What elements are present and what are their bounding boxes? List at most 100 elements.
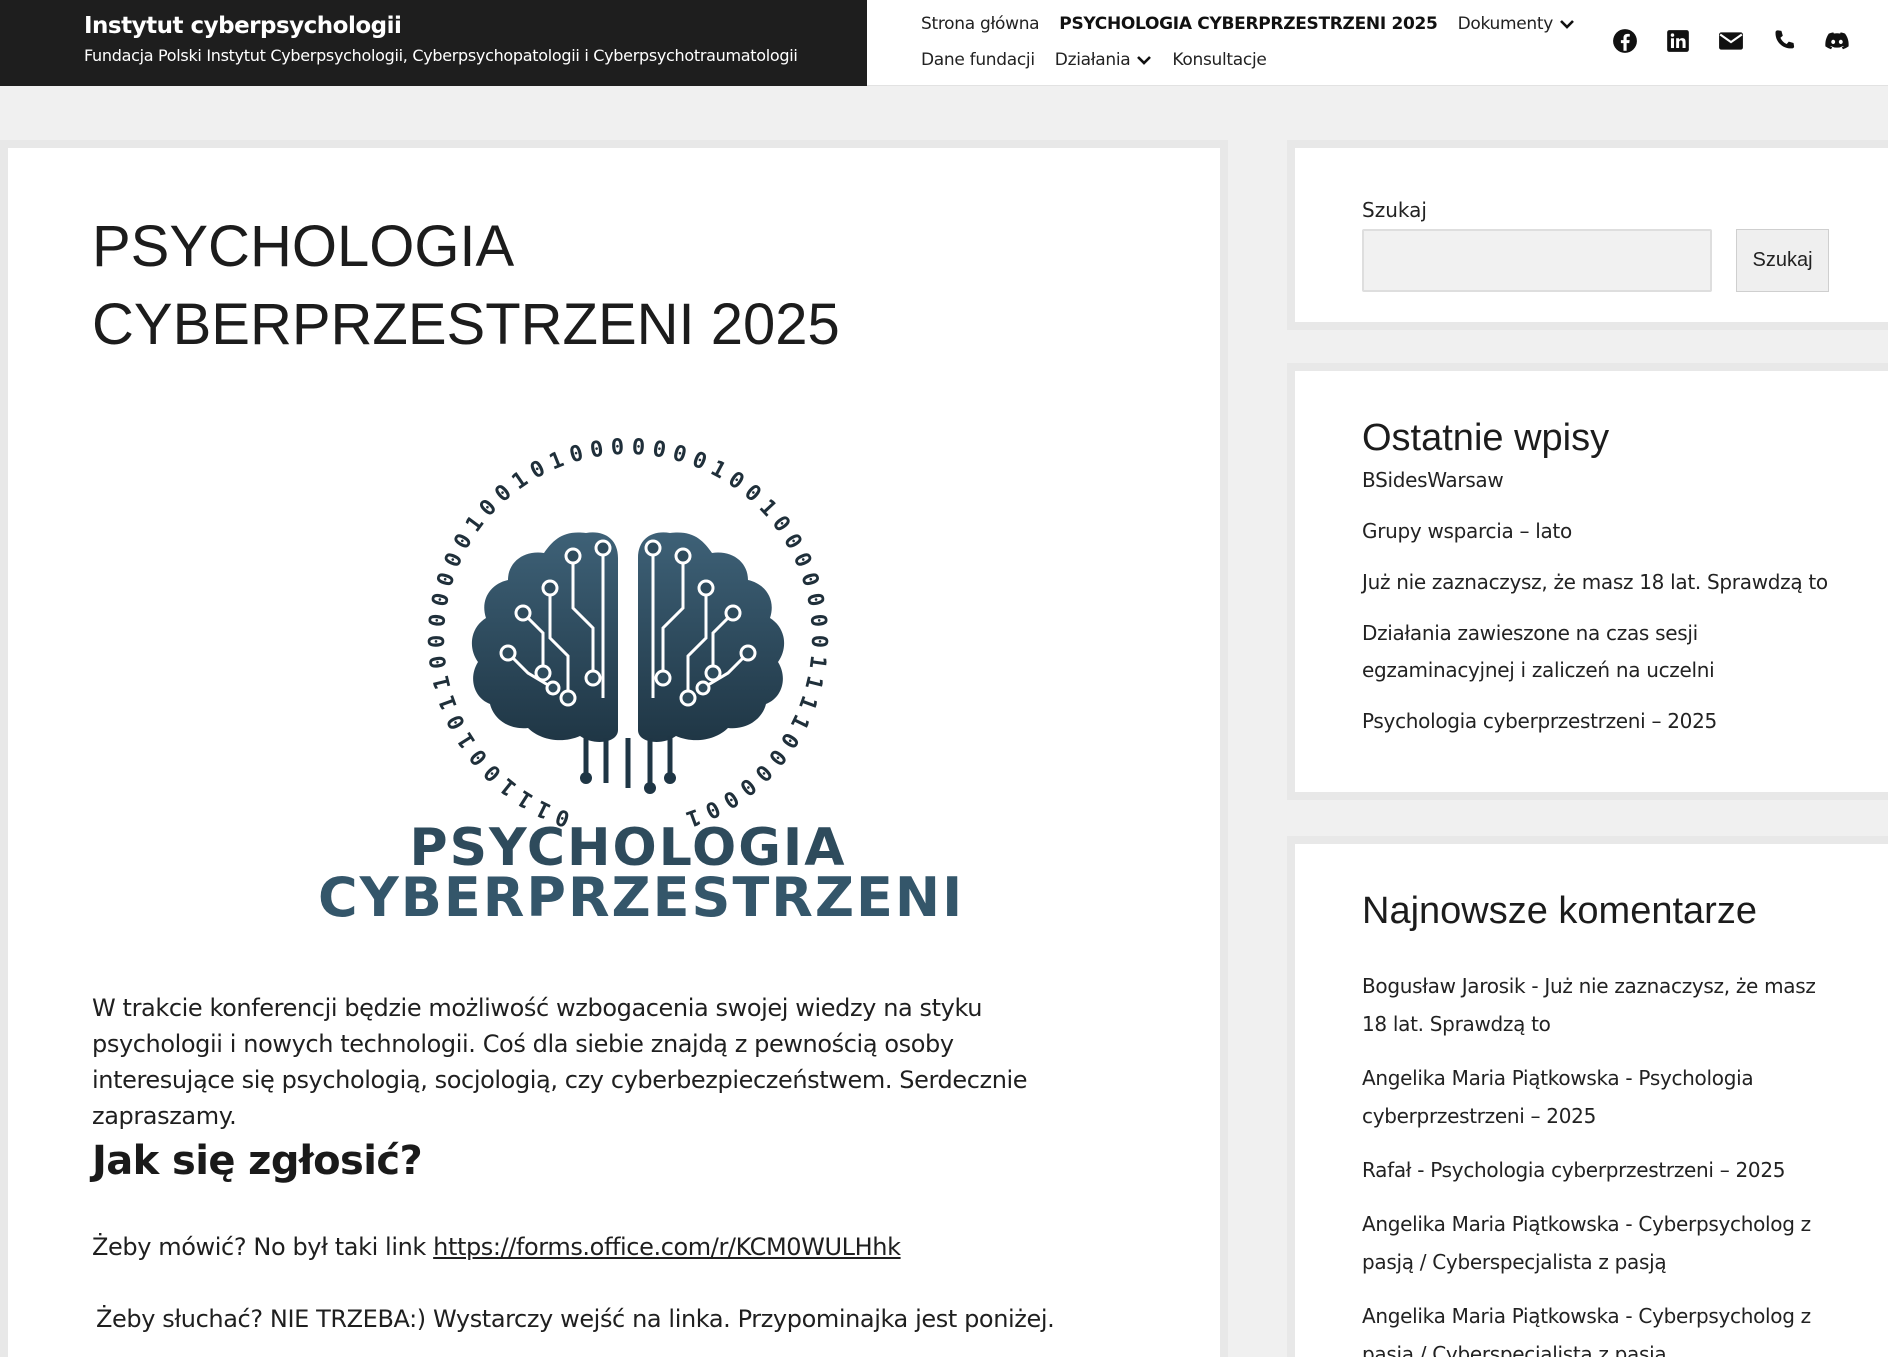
recent-post-link[interactable]: Grupy wsparcia – lato [1362,519,1572,543]
search-widget-inner: Szukaj Szukaj [1295,148,1888,322]
binary-digit: 0 [734,772,760,800]
recent-comments-list: Bogusław Jarosik - Już nie zaznaczysz, ż… [1362,967,1832,1357]
logo-text-line2: CYBERPRZESTRZENI [318,866,965,929]
recent-comments-heading: Najnowsze komentarze [1362,890,1757,932]
conference-logo: 0111001011000000010010100000001001000000… [318,435,965,938]
registration-form-link[interactable]: https://forms.office.com/r/KCM0WULHhk [433,1233,901,1261]
nav-item-dzialania[interactable]: Działania [1055,50,1153,70]
site-title-link[interactable]: Instytut cyberpsychologii [84,13,867,39]
nav-item-konsultacje[interactable]: Konsultacje [1172,50,1266,70]
discord-icon[interactable] [1822,26,1852,56]
recent-post-link[interactable]: Psychologia cyberprzestrzeni – 2025 [1362,709,1717,733]
comment-author-link[interactable]: Angelika Maria Piątkowska [1362,1304,1620,1328]
nav-item-dokumenty[interactable]: Dokumenty [1458,14,1575,34]
binary-digit: 0 [805,613,831,629]
speak-text: Żeby mówić? No był taki link [92,1233,434,1261]
recent-posts-list: BSidesWarsaw Grupy wsparcia – lato Już n… [1362,462,1832,754]
binary-digit: 0 [440,549,468,571]
list-item: Grupy wsparcia – lato [1362,513,1832,550]
comment-author-link[interactable]: Angelika Maria Piątkowska [1362,1212,1620,1236]
apply-heading: Jak się zgłosić? [92,1138,423,1184]
binary-digit: 0 [688,447,710,475]
comment-author-link[interactable]: Bogusław Jarosik [1362,974,1526,998]
listen-paragraph: Żeby słuchać? NIE TRZEBA:) Wystarczy wej… [96,1305,1055,1333]
recent-posts-heading: Ostatnie wpisy [1362,417,1610,459]
list-item: Angelika Maria Piątkowska - Cyberpsychol… [1362,1297,1832,1357]
page-title: PSYCHOLOGIA CYBERPRZESTRZENI 2025 [92,214,840,357]
linkedin-icon[interactable] [1663,26,1693,56]
recent-comments-widget: Najnowsze komentarze Bogusław Jarosik - … [1287,836,1888,1357]
recent-posts-widget: Ostatnie wpisy BSidesWarsaw Grupy wsparc… [1287,363,1888,800]
recent-post-link[interactable]: Już nie zaznaczysz, że masz 18 lat. Spra… [1362,570,1828,594]
nav-item-dokumenty-label: Dokumenty [1457,14,1554,34]
site-header-brand: Instytut cyberpsychologii Fundacja Polsk… [0,0,867,86]
nav-item-dane-fundacji[interactable]: Dane fundacji [921,50,1035,70]
binary-digit: 0 [775,728,803,753]
search-label: Szukaj [1362,198,1427,222]
brain-circuit-icon: 01110010110000000100101 0 0 0 0 0 0 01001000000… [425,435,831,831]
search-widget: Szukaj Szukaj [1287,140,1888,330]
chevron-down-icon [1137,56,1152,65]
binary-digit: 1 [546,447,568,475]
binary-digit: 0 [425,613,451,629]
comment-post-link[interactable]: Psychologia cyberprzestrzeni – 2025 [1430,1158,1785,1182]
list-item: Rafał - Psychologia cyberprzestrzeni – 2… [1362,1158,1786,1182]
facebook-icon[interactable] [1610,26,1640,56]
search-input[interactable] [1362,229,1712,292]
nav-row-1: Strona główna PSYCHOLOGIA CYBERPRZESTRZE… [921,14,1595,34]
recent-posts-inner: Ostatnie wpisy BSidesWarsaw Grupy wsparc… [1295,371,1888,792]
binary-digit: 0 [795,570,823,590]
binary-digit: 0 [450,530,478,554]
binary-digit: 0 [767,511,795,537]
binary-digit: 1 [429,673,456,692]
binary-digit: 0 [426,654,452,670]
binary-digit: 0 [631,438,646,461]
list-item: Działania zawieszone na czas sesji egzam… [1362,615,1832,689]
list-item: BSidesWarsaw [1362,462,1832,499]
recent-post-link[interactable]: Działania zawieszone na czas sesji egzam… [1362,621,1715,682]
binary-digit: 0 [610,438,625,461]
binary-digit: 0 [723,467,748,495]
binary-digit: 0 [788,549,816,571]
binary-digit: 0 [526,456,549,484]
binary-digit: 0 [588,438,605,464]
list-item: Psychologia cyberprzestrzeni – 2025 [1362,703,1832,740]
binary-digit: 1 [799,673,826,692]
binary-digit: 0 [433,570,461,590]
list-item: Już nie zaznaczysz, że masz 18 lat. Spra… [1362,564,1832,601]
speak-paragraph: Żeby mówić? No był taki link https://for… [92,1233,901,1261]
comment-author-link[interactable]: Rafał [1362,1158,1412,1182]
list-item: Bogusław Jarosik - Już nie zaznaczysz, ż… [1362,974,1816,1036]
comment-author-link[interactable]: Angelika Maria Piątkowska [1362,1066,1620,1090]
nav-row-2: Dane fundacji Działania Konsultacje [921,50,1287,70]
binary-digit: 0 [670,441,690,469]
search-button[interactable]: Szukaj [1736,229,1829,292]
binary-digit: 0 [443,710,471,733]
article: PSYCHOLOGIA CYBERPRZESTRZENI 2025 011100… [8,148,1220,1357]
email-icon[interactable] [1716,26,1746,56]
recent-post-link[interactable]: BSidesWarsaw [1362,468,1504,492]
binary-digit: 0 [425,634,450,648]
binary-digit: 1 [513,785,538,813]
binary-digit: 0 [567,441,587,469]
main-content-card: PSYCHOLOGIA CYBERPRZESTRZENI 2025 011100… [0,140,1228,1357]
social-links [1587,26,1852,56]
nav-item-home[interactable]: Strona główna [921,14,1040,34]
binary-digit: 0 [651,438,668,464]
primary-navigation: Strona główna PSYCHOLOGIA CYBERPRZESTRZE… [867,0,1888,86]
binary-digit: 1 [435,692,463,713]
binary-digit: 1 [785,710,813,733]
binary-digit: 1 [453,728,481,753]
binary-digit: 0 [465,744,493,770]
phone-icon[interactable] [1769,26,1799,56]
nav-item-psychologia-2025[interactable]: PSYCHOLOGIA CYBERPRZESTRZENI 2025 [1059,14,1438,34]
recent-comments-inner: Najnowsze komentarze Bogusław Jarosik - … [1295,844,1888,1357]
binary-digit: 0 [428,591,455,609]
list-item: Angelika Maria Piątkowska - Cyberpsychol… [1362,1212,1811,1274]
site-tagline: Fundacja Polski Instytut Cyberpsychologi… [84,46,798,65]
binary-digit: 1 [804,654,830,670]
chevron-down-icon [1560,20,1574,29]
binary-digit: 0 [806,634,831,648]
binary-digit: 0 [778,530,806,554]
binary-digit: 0 [718,785,743,813]
